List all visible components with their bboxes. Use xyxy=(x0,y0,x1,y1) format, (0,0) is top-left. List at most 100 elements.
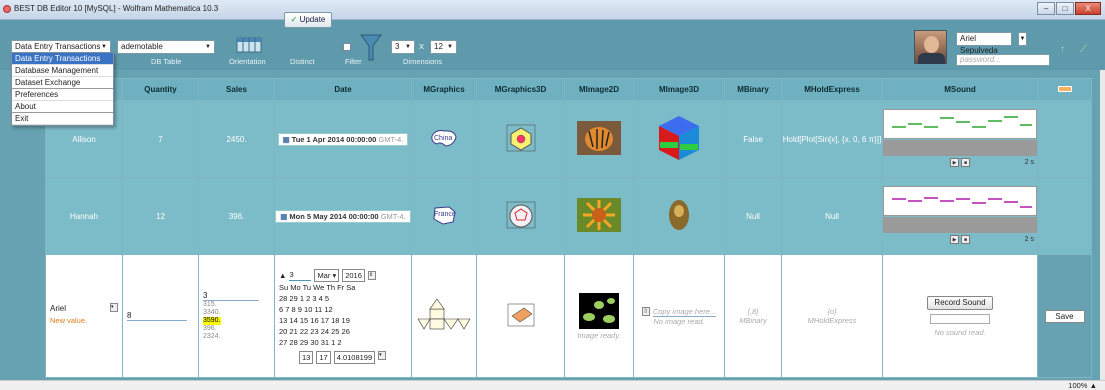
vertical-scrollbar[interactable] xyxy=(1100,70,1105,380)
cell-mbinary[interactable]: False xyxy=(724,100,782,178)
cell-date[interactable]: ▦ Mon 5 May 2014 00:00:00 GMT-4. xyxy=(274,177,412,255)
sales-input[interactable]: 3 xyxy=(203,291,259,301)
orientation-icon[interactable] xyxy=(236,37,262,53)
col-mgraphics-header[interactable]: MGraphics xyxy=(411,78,477,101)
cell-mimage2d-edit[interactable]: Image ready. xyxy=(564,254,634,378)
cell-sales-edit[interactable]: 3 315. 3340. 3590. 396. 2324. xyxy=(198,254,275,378)
update-button[interactable]: ✓ Update xyxy=(284,12,332,28)
col-mbinary-header[interactable]: MBinary xyxy=(724,78,782,101)
cell-msound[interactable]: ▶ ■ 2 s xyxy=(882,177,1038,255)
cell-date[interactable]: ▦ Tue 1 Apr 2014 00:00:00 GMT-4. xyxy=(274,100,412,178)
cell-sales[interactable]: 396. xyxy=(198,177,275,255)
menu-item-preferences[interactable]: Preferences xyxy=(12,89,113,101)
col-mholdexpress-header[interactable]: MHoldExpress xyxy=(781,78,883,101)
copy-image-placeholder[interactable]: Copy image here... xyxy=(652,307,717,317)
menu-item-about[interactable]: About xyxy=(12,101,113,113)
time-second-input[interactable]: 4.0108199 xyxy=(333,350,376,364)
time-dropdown-icon[interactable]: ▾ xyxy=(378,350,387,360)
cell-quantity-edit[interactable]: 8 xyxy=(122,254,199,378)
user-select[interactable]: Ariel Sepulveda xyxy=(956,32,1012,55)
col-mgraphics3d-header[interactable]: MGraphics3D xyxy=(476,78,565,101)
cal-week[interactable]: 27 28 29 30 31 1 2 xyxy=(279,337,411,348)
play-icon[interactable]: ▶ xyxy=(950,158,960,167)
cell-msound[interactable]: ▶ ■ 2 s xyxy=(882,100,1038,178)
cell-mholdexpress[interactable]: Hold[Plot[Sin[x], {x, 0, 6 π}]] xyxy=(781,100,883,178)
play-icon[interactable]: ▶ xyxy=(950,235,960,244)
time-hour-input[interactable]: 13 xyxy=(299,350,314,364)
cell-mgraphics3d-edit[interactable] xyxy=(476,254,565,378)
menu-item-database-management[interactable]: Database Management xyxy=(12,65,113,77)
date-field[interactable]: ▦ Tue 1 Apr 2014 00:00:00 GMT-4. xyxy=(277,132,409,146)
sales-option[interactable]: 3340. xyxy=(203,309,274,317)
cal-day-input[interactable]: 3 xyxy=(289,269,312,281)
cell-msound-edit[interactable]: Record Sound No sound read. xyxy=(882,254,1038,378)
cell-mimage3d-edit[interactable]: ▯ Copy image here... No image read. xyxy=(633,254,725,378)
cell-mbinary[interactable]: Null xyxy=(724,177,782,255)
cell-quantity[interactable]: 12 xyxy=(122,177,199,255)
cell-mgraphics[interactable]: China xyxy=(411,100,477,178)
cell-name[interactable]: Hannah xyxy=(45,177,123,255)
key-icon[interactable]: ⟋ xyxy=(1080,44,1087,55)
cell-name-edit[interactable]: Ariel ▾ New value. xyxy=(45,254,123,378)
arrow-up-icon[interactable]: ↑ xyxy=(1060,44,1065,55)
password-input[interactable]: password... xyxy=(956,54,1050,66)
cal-week[interactable]: 6 7 8 9 10 11 12 xyxy=(279,304,411,315)
table-options-icon[interactable] xyxy=(1057,86,1072,92)
cell-mbinary-edit[interactable]: {,8} MBinary xyxy=(724,254,782,378)
col-msound-header[interactable]: MSound xyxy=(882,78,1038,101)
cell-quantity[interactable]: 7 xyxy=(122,100,199,178)
dim-rows-select[interactable]: 3 ▼ xyxy=(391,40,415,54)
sound-input-field[interactable] xyxy=(930,313,990,324)
cal-month-select[interactable]: Mar ▾ xyxy=(314,268,340,282)
cell-mgraphics-edit[interactable] xyxy=(411,254,477,378)
cell-date-edit[interactable]: ▲ 3 Mar ▾ 2016 ⇕ Su Mo Tu We Th Fr Sa 28… xyxy=(274,254,412,378)
cell-mholdexpress-edit[interactable]: {o} MHoldExpress xyxy=(781,254,883,378)
table-select[interactable]: ademotable ▼ xyxy=(117,40,215,54)
menu-item-data-entry[interactable]: Data Entry Transactions xyxy=(12,53,113,65)
stop-icon[interactable]: ■ xyxy=(960,158,970,167)
dim-cols-select[interactable]: 12 ▼ xyxy=(430,40,457,54)
cal-week[interactable]: 20 21 22 23 24 25 26 xyxy=(279,326,411,337)
cell-mgraphics3d[interactable] xyxy=(476,100,565,178)
caret-up-icon[interactable]: ▲ xyxy=(279,270,286,281)
cal-year-input[interactable]: 2016 xyxy=(342,268,365,282)
distinct-checkbox[interactable] xyxy=(343,43,351,51)
date-field[interactable]: ▦ Mon 5 May 2014 00:00:00 GMT-4. xyxy=(275,209,411,223)
minimize-button[interactable]: – xyxy=(1037,2,1055,15)
close-button[interactable]: X xyxy=(1075,2,1101,15)
save-button[interactable]: Save xyxy=(1044,309,1085,323)
name-dropdown-icon[interactable]: ▾ xyxy=(110,303,118,312)
col-quantity-header[interactable]: Quantity xyxy=(122,78,199,101)
cell-mgraphics[interactable]: France xyxy=(411,177,477,255)
cell-mimage2d[interactable] xyxy=(564,100,634,178)
cal-week[interactable]: 13 14 15 16 17 18 19 xyxy=(279,315,411,326)
user-chevron-down-icon[interactable]: ▼ xyxy=(1018,32,1027,46)
col-mimage2d-header[interactable]: MImage2D xyxy=(564,78,634,101)
col-sales-header[interactable]: Sales xyxy=(198,78,275,101)
record-sound-button[interactable]: Record Sound xyxy=(927,295,993,310)
sales-option[interactable]: 396. xyxy=(203,325,274,333)
maximize-button[interactable]: □ xyxy=(1056,2,1074,15)
cal-week[interactable]: 28 29 1 2 3 4 5 xyxy=(279,293,411,304)
zoom-level[interactable]: 100% ▲ xyxy=(1068,381,1097,390)
year-stepper-icon[interactable]: ⇕ xyxy=(367,270,376,280)
filter-icon[interactable] xyxy=(360,34,382,62)
cell-mimage3d[interactable] xyxy=(633,177,725,255)
menu-item-dataset-exchange[interactable]: Dataset Exchange xyxy=(12,77,113,89)
binary-input[interactable]: MBinary xyxy=(725,316,781,325)
cell-mholdexpress[interactable]: Null xyxy=(781,177,883,255)
image-slot-icon[interactable]: ▯ xyxy=(641,307,650,316)
hold-input[interactable]: MHoldExpress xyxy=(782,316,882,325)
cell-sales[interactable]: 2450. xyxy=(198,100,275,178)
sales-option[interactable]: 2324. xyxy=(203,333,274,341)
sales-option[interactable]: 315. xyxy=(203,301,274,309)
name-input[interactable]: Ariel xyxy=(50,304,66,313)
cell-mimage3d[interactable] xyxy=(633,100,725,178)
quantity-input[interactable]: 8 xyxy=(127,311,187,321)
col-date-header[interactable]: Date xyxy=(274,78,412,101)
col-mimage3d-header[interactable]: MImage3D xyxy=(633,78,725,101)
menu-item-exit[interactable]: Exit xyxy=(12,113,113,125)
sales-option-selected[interactable]: 3590. xyxy=(203,317,221,325)
time-minute-input[interactable]: 17 xyxy=(316,350,331,364)
stop-icon[interactable]: ■ xyxy=(960,235,970,244)
